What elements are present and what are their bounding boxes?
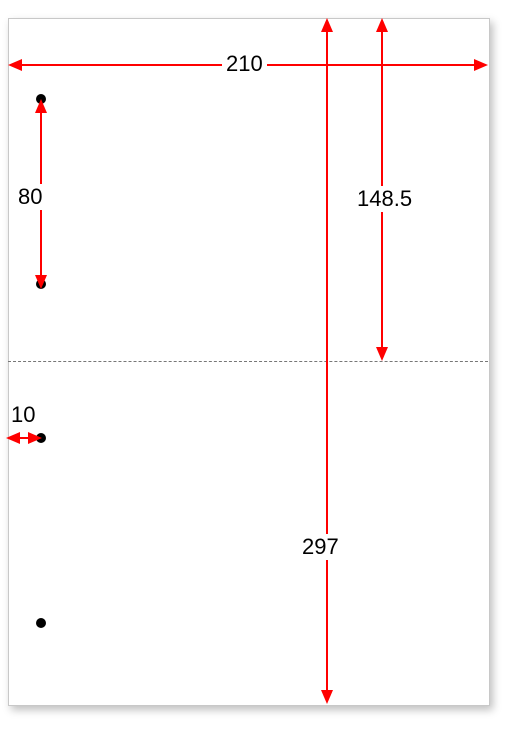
arrowhead-icon (376, 347, 388, 361)
dim-width-label: 210 (222, 51, 267, 77)
arrowhead-icon (35, 275, 47, 289)
dim-hole-spacing-label: 80 (14, 184, 46, 210)
arrowhead-icon (321, 18, 333, 32)
dim-half-label: 148.5 (353, 186, 416, 212)
dim-hole-margin-label: 10 (11, 402, 35, 428)
arrowhead-icon (8, 59, 22, 71)
punch-hole (36, 618, 46, 628)
arrowhead-icon (321, 690, 333, 704)
paper-sheet (8, 18, 490, 706)
arrowhead-icon (376, 18, 388, 32)
arrowhead-icon (35, 99, 47, 113)
dim-height-label: 297 (298, 534, 343, 560)
arrowhead-icon (474, 59, 488, 71)
dim-height-line (326, 32, 328, 690)
arrowhead-icon (28, 432, 42, 444)
diagram-stage: 210 297 148.5 80 10 (0, 0, 510, 748)
arrowhead-icon (6, 432, 20, 444)
perforation-line (8, 361, 488, 362)
